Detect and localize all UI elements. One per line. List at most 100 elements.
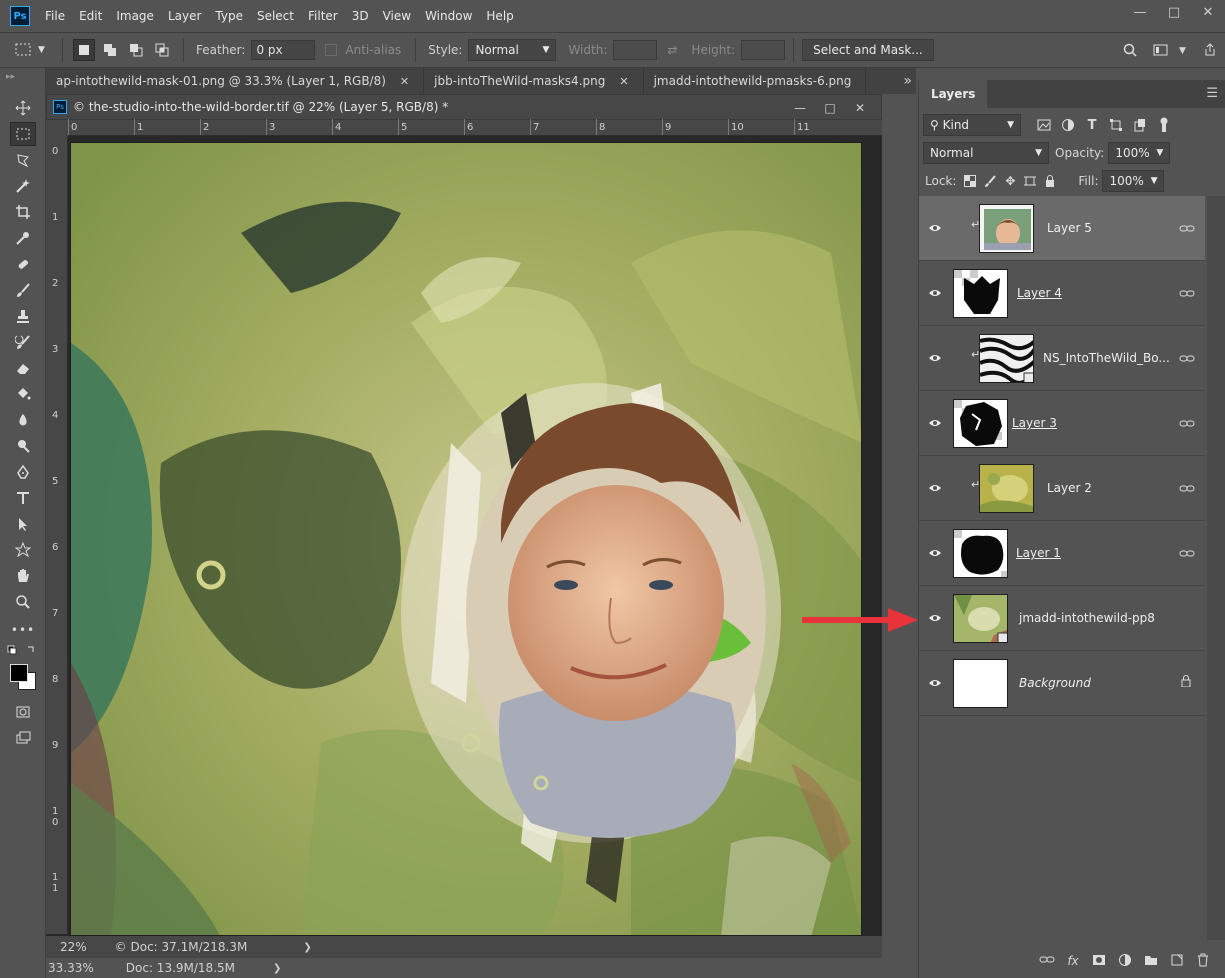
- search-icon[interactable]: [1115, 43, 1145, 60]
- custom-shape-icon[interactable]: [10, 538, 36, 562]
- brush-icon[interactable]: [10, 278, 36, 302]
- menu-window[interactable]: Window: [418, 0, 479, 32]
- type-filter-icon[interactable]: T: [1081, 114, 1103, 136]
- close-icon[interactable]: ✕: [619, 75, 628, 88]
- trash-icon[interactable]: [1190, 953, 1216, 970]
- swap-icon[interactable]: ⇄: [667, 43, 677, 57]
- magic-wand-icon[interactable]: [10, 174, 36, 198]
- screen-mode-icon[interactable]: [10, 726, 36, 750]
- close-icon[interactable]: ✕: [1191, 0, 1225, 24]
- collapse-icon[interactable]: ▸▸: [6, 72, 15, 82]
- menu-layer[interactable]: Layer: [161, 0, 208, 32]
- lock-position-icon[interactable]: ✥: [1000, 171, 1020, 191]
- filter-kind-select[interactable]: ⚲ Kind ▼: [923, 114, 1021, 136]
- layer-name[interactable]: NS_IntoTheWild_Bo...: [1043, 351, 1170, 365]
- eye-icon[interactable]: [927, 480, 943, 496]
- shape-filter-icon[interactable]: [1105, 114, 1127, 136]
- rectangular-marquee-icon[interactable]: [10, 122, 36, 146]
- feather-input[interactable]: [251, 40, 316, 60]
- more-tabs-icon[interactable]: »: [903, 68, 912, 94]
- chevron-right-icon[interactable]: ❯: [273, 963, 281, 974]
- opacity-select[interactable]: 100% ▼: [1108, 142, 1171, 164]
- eye-icon[interactable]: [927, 285, 943, 301]
- style-select[interactable]: Normal ▼: [468, 39, 557, 61]
- pixel-filter-icon[interactable]: [1033, 114, 1055, 136]
- chevron-down-icon[interactable]: ▼: [1179, 46, 1195, 56]
- crop-icon[interactable]: [10, 200, 36, 224]
- layer-row-layer-5[interactable]: ↵ Layer 5: [919, 196, 1205, 261]
- tab-ap-intothewild-mask[interactable]: ap-intothewild-mask-01.png @ 33.3% (Laye…: [46, 68, 425, 94]
- layer-row-layer-3[interactable]: Layer 3: [919, 391, 1205, 456]
- zoom-level[interactable]: 33.33%: [48, 961, 94, 975]
- width-input[interactable]: [613, 40, 658, 60]
- default-colors-icon[interactable]: [6, 644, 40, 662]
- layer-row-jmadd-intothewild-pp8[interactable]: jmadd-intothewild-pp8: [919, 586, 1205, 651]
- layer-row-ns-intothewild[interactable]: ↵ NS_IntoTheWild_Bo...: [919, 326, 1205, 391]
- blend-mode-select[interactable]: Normal ▼: [923, 142, 1049, 164]
- layer-name[interactable]: Layer 3: [1012, 416, 1057, 430]
- menu-select[interactable]: Select: [250, 0, 301, 32]
- horizontal-ruler[interactable]: 0 1 2 3 4 5 6 7 8 9 10 11: [68, 119, 882, 136]
- more-tools-icon[interactable]: •••: [10, 618, 36, 642]
- type-icon[interactable]: [10, 486, 36, 510]
- link-layers-icon[interactable]: [1034, 954, 1060, 968]
- hand-icon[interactable]: [10, 564, 36, 588]
- eye-icon[interactable]: [927, 350, 943, 366]
- menu-view[interactable]: View: [376, 0, 418, 32]
- move-tool-icon[interactable]: [10, 96, 36, 120]
- foreground-color[interactable]: [10, 664, 28, 682]
- clone-stamp-icon[interactable]: [10, 304, 36, 328]
- close-icon[interactable]: ✕: [845, 95, 875, 121]
- tool-preset-picker[interactable]: ▼: [14, 38, 54, 62]
- smart-object-filter-icon[interactable]: [1129, 114, 1151, 136]
- eye-icon[interactable]: [927, 415, 943, 431]
- zoom-level[interactable]: 22%: [60, 940, 87, 954]
- chevron-right-icon[interactable]: ❯: [303, 942, 311, 953]
- layer-name[interactable]: Layer 4: [1017, 286, 1062, 300]
- panel-menu-icon[interactable]: ☰: [1206, 86, 1218, 101]
- ruler-corner[interactable]: [46, 120, 68, 136]
- height-input[interactable]: [741, 40, 786, 60]
- new-selection-button[interactable]: [73, 39, 95, 61]
- lock-all-icon[interactable]: [1040, 171, 1060, 191]
- eye-icon[interactable]: [927, 675, 943, 691]
- menu-edit[interactable]: Edit: [72, 0, 109, 32]
- menu-3d[interactable]: 3D: [345, 0, 376, 32]
- healing-brush-icon[interactable]: [10, 252, 36, 276]
- history-brush-icon[interactable]: [10, 330, 36, 354]
- menu-help[interactable]: Help: [479, 0, 520, 32]
- layer-row-background[interactable]: Background: [919, 651, 1205, 716]
- intersect-selection-button[interactable]: [151, 39, 173, 61]
- paint-bucket-icon[interactable]: [10, 382, 36, 406]
- menu-type[interactable]: Type: [208, 0, 250, 32]
- layer-name[interactable]: jmadd-intothewild-pp8: [1019, 611, 1155, 625]
- vertical-ruler[interactable]: 0 1 2 3 4 5 6 7 8 9 10 11: [46, 136, 68, 934]
- color-swatches[interactable]: [8, 662, 38, 692]
- lasso-icon[interactable]: [10, 148, 36, 172]
- lock-pixels-icon[interactable]: [980, 171, 1000, 191]
- maximize-icon[interactable]: □: [815, 95, 845, 121]
- antialias-checkbox[interactable]: [325, 44, 338, 56]
- adjustment-filter-icon[interactable]: [1057, 114, 1079, 136]
- lock-transparency-icon[interactable]: [960, 171, 980, 191]
- layers-scrollbar[interactable]: [1207, 196, 1225, 940]
- layer-name[interactable]: Layer 2: [1047, 481, 1092, 495]
- add-mask-icon[interactable]: [1086, 954, 1112, 969]
- add-selection-button[interactable]: [99, 39, 121, 61]
- eraser-icon[interactable]: [10, 356, 36, 380]
- maximize-icon[interactable]: □: [1157, 0, 1191, 24]
- zoom-icon[interactable]: [10, 590, 36, 614]
- eye-icon[interactable]: [927, 220, 943, 236]
- filter-toggle-icon[interactable]: [1153, 114, 1175, 136]
- share-icon[interactable]: [1195, 42, 1225, 60]
- new-layer-icon[interactable]: [1164, 953, 1190, 970]
- menu-image[interactable]: Image: [109, 0, 161, 32]
- path-selection-icon[interactable]: [10, 512, 36, 536]
- eye-icon[interactable]: [927, 545, 943, 561]
- adjustment-layer-icon[interactable]: [1112, 953, 1138, 970]
- eyedropper-icon[interactable]: [10, 226, 36, 250]
- minimize-icon[interactable]: —: [1123, 0, 1157, 24]
- dodge-icon[interactable]: [10, 434, 36, 458]
- close-icon[interactable]: ✕: [400, 75, 409, 88]
- layer-row-layer-2[interactable]: ↵ Layer 2: [919, 456, 1205, 521]
